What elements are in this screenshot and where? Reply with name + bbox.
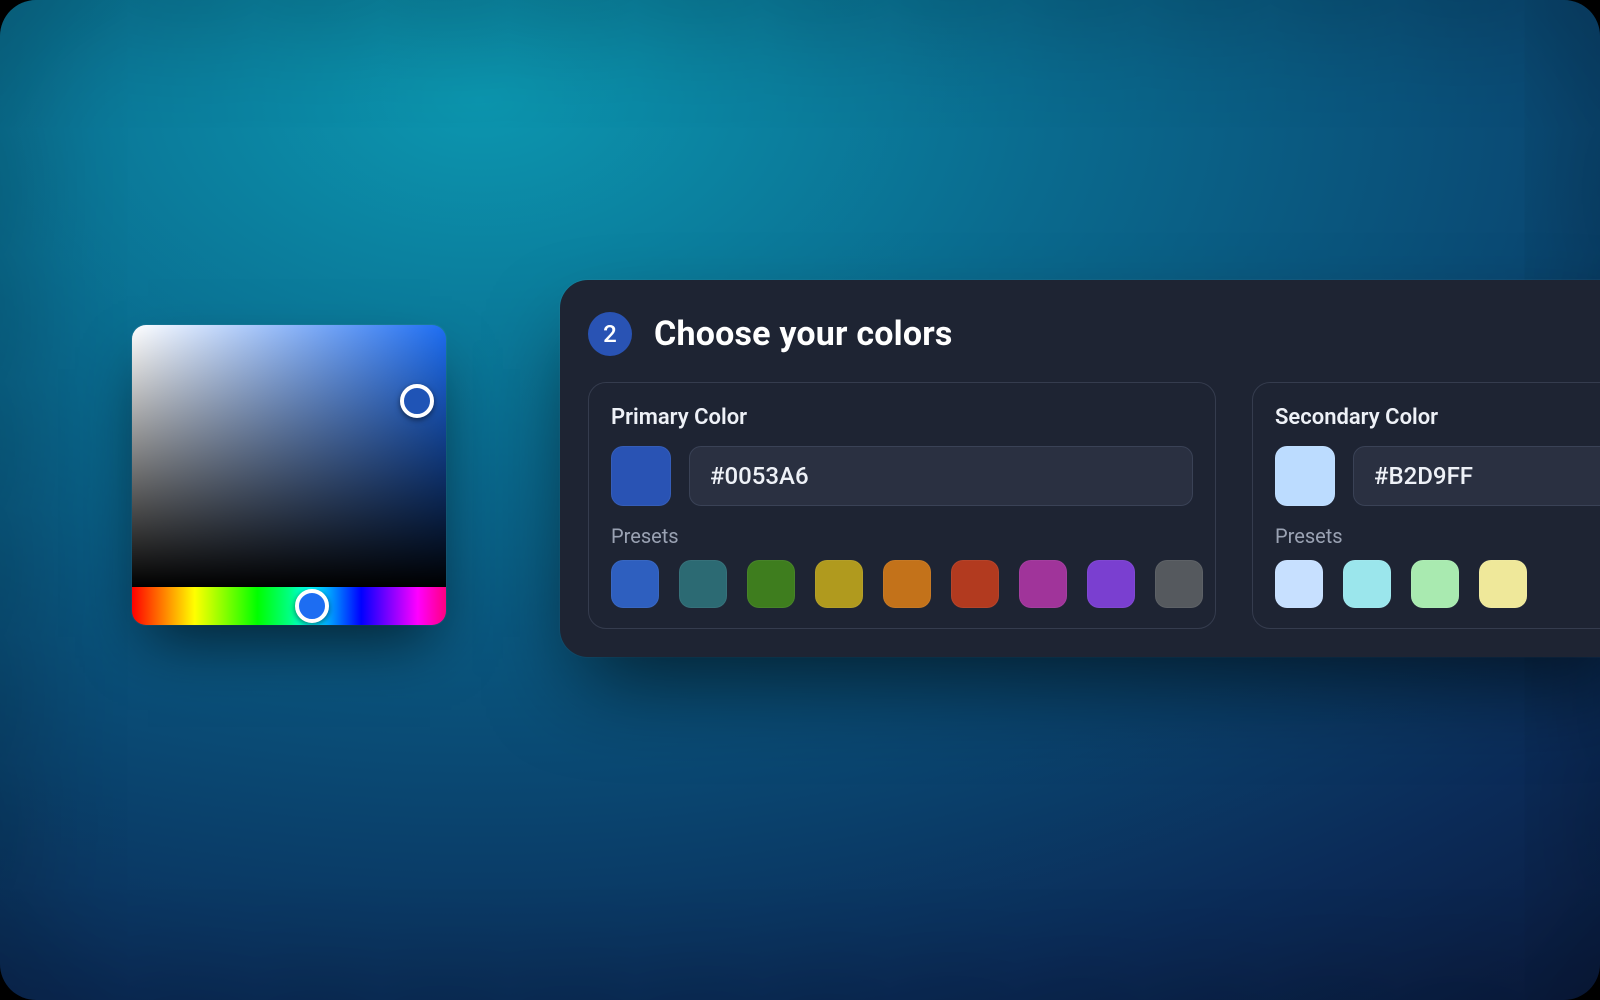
color-picker-sv-handle[interactable] — [400, 384, 434, 418]
primary-preset-swatch[interactable] — [747, 560, 795, 608]
primary-color-label: Primary Color — [611, 405, 1193, 430]
primary-value-row — [611, 446, 1193, 506]
primary-preset-swatch[interactable] — [1155, 560, 1203, 608]
primary-preset-swatch[interactable] — [1019, 560, 1067, 608]
secondary-preset-swatch[interactable] — [1275, 560, 1323, 608]
color-picker-sv-plane[interactable] — [132, 325, 446, 587]
secondary-color-swatch[interactable] — [1275, 446, 1335, 506]
secondary-value-row — [1275, 446, 1600, 506]
secondary-preset-swatch[interactable] — [1479, 560, 1527, 608]
primary-presets-row — [611, 560, 1193, 608]
panel-header: 2 Choose your colors — [588, 312, 1600, 356]
primary-preset-swatch[interactable] — [1087, 560, 1135, 608]
primary-color-swatch[interactable] — [611, 446, 671, 506]
step-panel: 2 Choose your colors Primary Color Prese… — [560, 280, 1600, 657]
step-number-badge: 2 — [588, 312, 632, 356]
secondary-color-label: Secondary Color — [1275, 405, 1600, 430]
secondary-preset-swatch[interactable] — [1343, 560, 1391, 608]
color-picker-hue-handle[interactable] — [295, 589, 329, 623]
secondary-color-hex-input[interactable] — [1353, 446, 1600, 506]
color-picker-popover — [132, 325, 446, 625]
primary-preset-swatch[interactable] — [951, 560, 999, 608]
color-cards-row: Primary Color Presets Secondary Color Pr… — [588, 382, 1600, 629]
secondary-presets-row — [1275, 560, 1600, 608]
secondary-presets-label: Presets — [1275, 524, 1600, 548]
secondary-preset-swatch[interactable] — [1411, 560, 1459, 608]
primary-preset-swatch[interactable] — [679, 560, 727, 608]
primary-color-card: Primary Color Presets — [588, 382, 1216, 629]
primary-presets-label: Presets — [611, 524, 1193, 548]
primary-color-hex-input[interactable] — [689, 446, 1193, 506]
color-picker-hue-strip[interactable] — [132, 587, 446, 625]
primary-preset-swatch[interactable] — [611, 560, 659, 608]
primary-preset-swatch[interactable] — [815, 560, 863, 608]
app-stage: 2 Choose your colors Primary Color Prese… — [0, 0, 1600, 1000]
secondary-color-card: Secondary Color Presets — [1252, 382, 1600, 629]
panel-title: Choose your colors — [654, 314, 953, 354]
primary-preset-swatch[interactable] — [883, 560, 931, 608]
